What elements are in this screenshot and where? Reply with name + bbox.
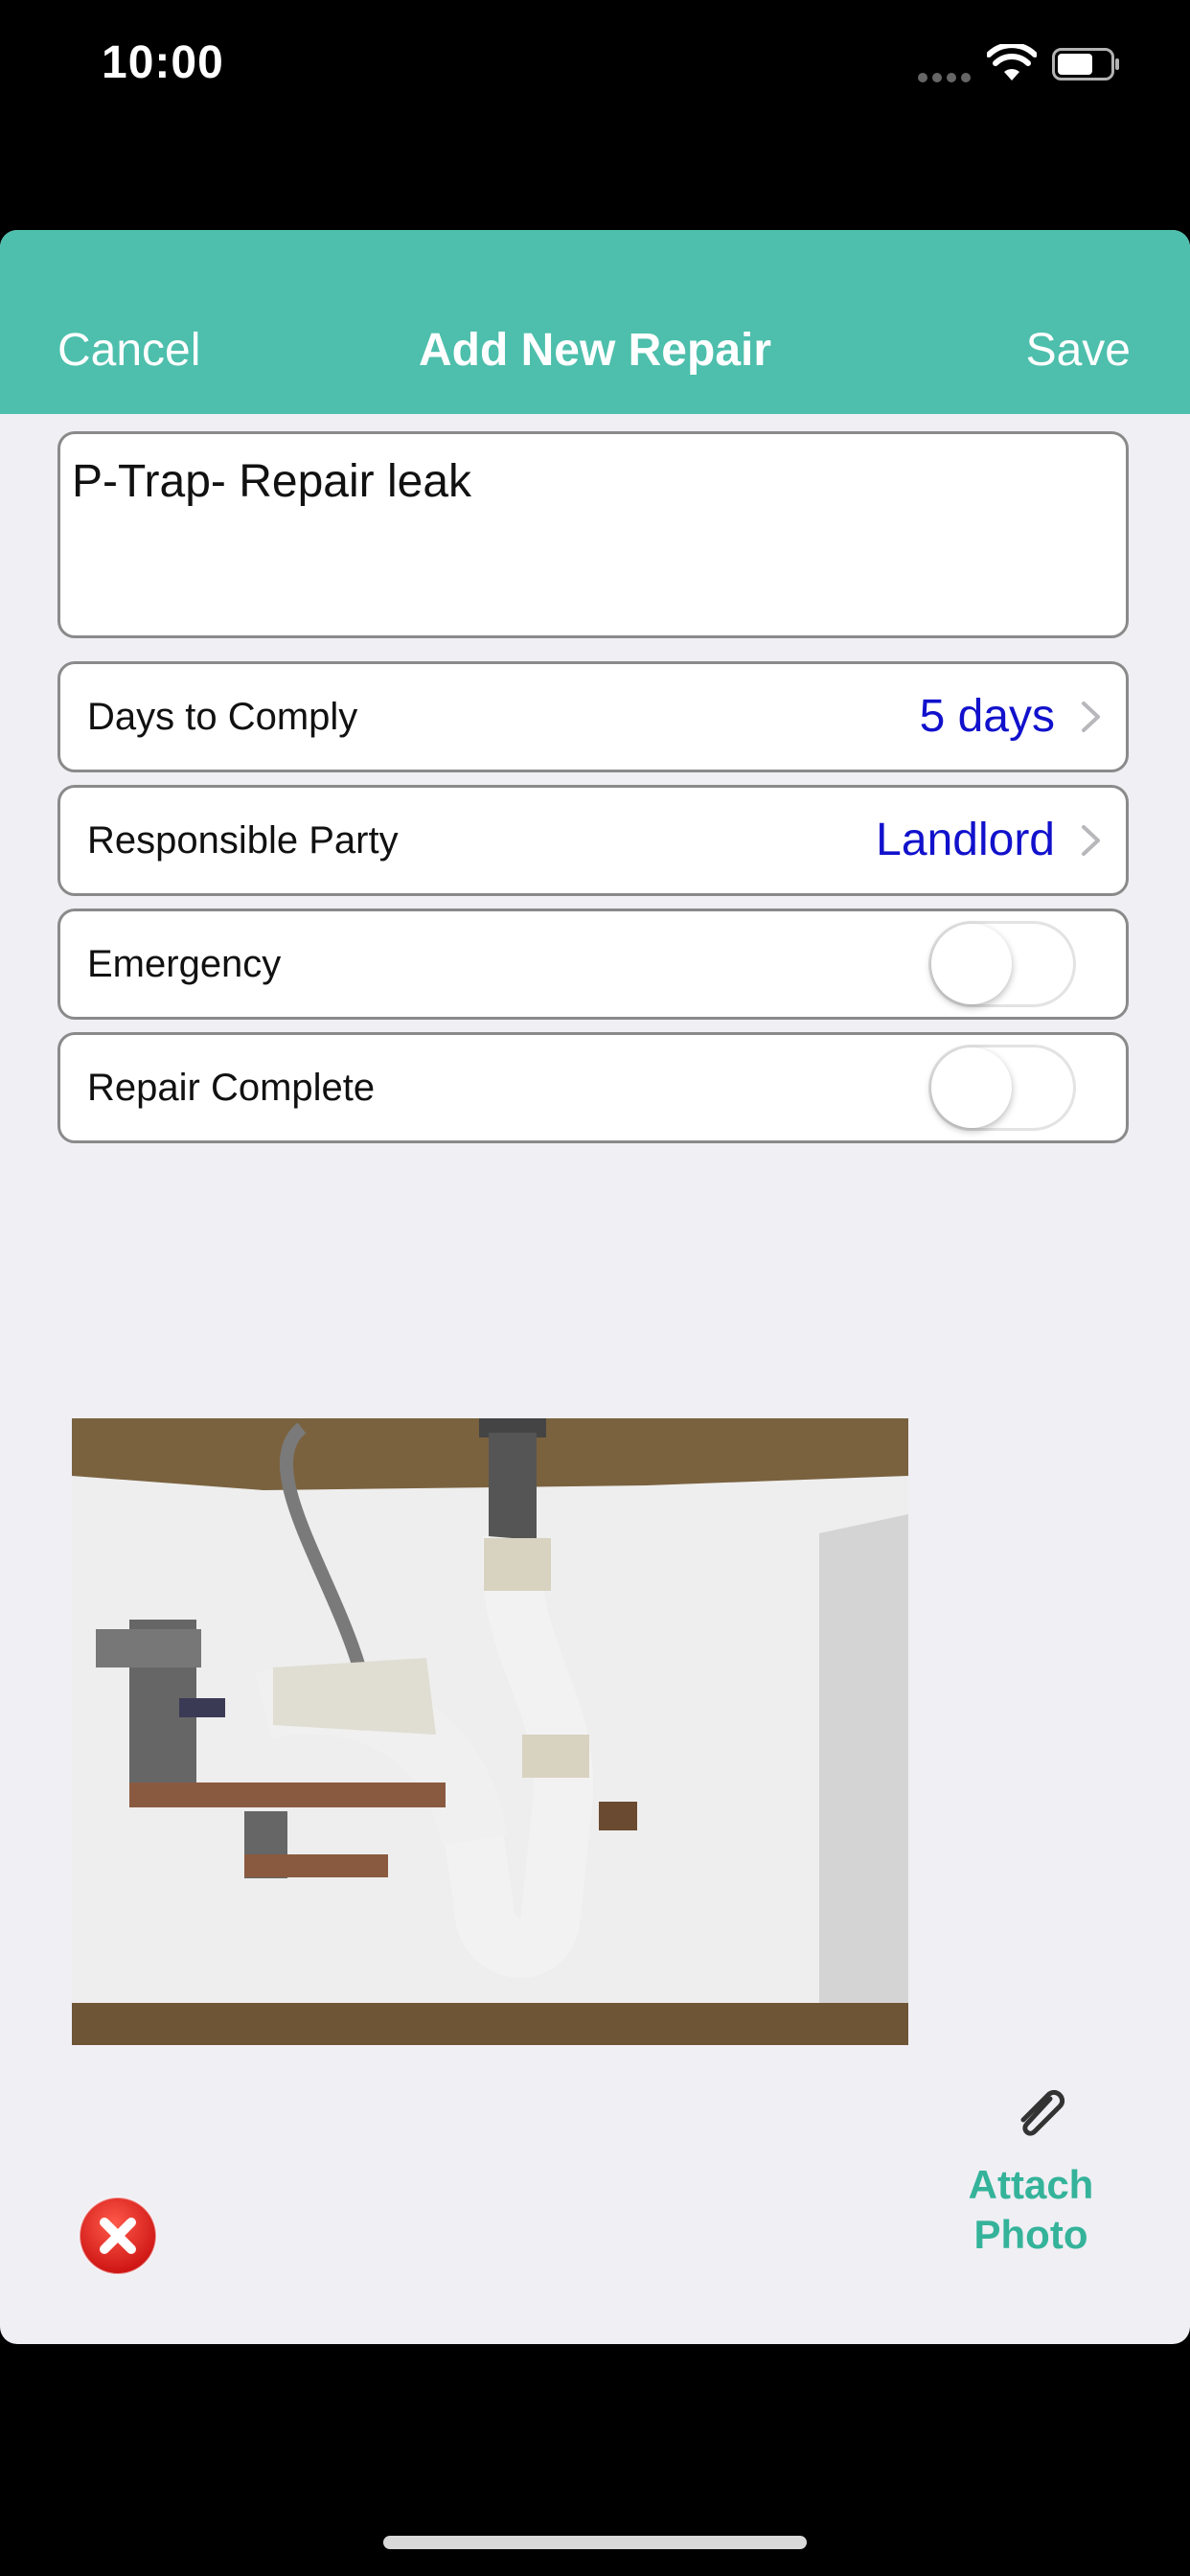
days-to-comply-row[interactable]: Days to Comply 5 days (57, 661, 1129, 772)
responsible-party-label: Responsible Party (87, 819, 399, 862)
description-text: P-Trap- Repair leak (72, 456, 472, 507)
days-to-comply-value: 5 days (919, 691, 1055, 742)
delete-icon[interactable] (77, 2195, 159, 2277)
battery-icon (1052, 48, 1119, 80)
paperclip-icon (1020, 2089, 1065, 2136)
add-repair-sheet: Cancel Add New Repair Save P-Trap- Repai… (0, 230, 1190, 2344)
days-to-comply-label: Days to Comply (87, 696, 358, 738)
toggle-knob (931, 1047, 1012, 1128)
save-button[interactable]: Save (1026, 324, 1131, 377)
repair-photo[interactable] (72, 1418, 908, 2045)
nav-bar: Cancel Add New Repair Save (0, 230, 1190, 414)
status-time: 10:00 (102, 37, 224, 88)
emergency-toggle[interactable] (928, 921, 1076, 1007)
home-indicator[interactable] (383, 2536, 807, 2549)
description-field[interactable]: P-Trap- Repair leak (57, 431, 1129, 638)
page-title: Add New Repair (418, 325, 772, 376)
chevron-right-icon (1082, 825, 1100, 856)
repair-complete-toggle[interactable] (928, 1045, 1076, 1131)
wifi-icon (987, 44, 1037, 80)
toggle-knob (931, 924, 1012, 1004)
emergency-row: Emergency (57, 908, 1129, 1020)
attach-photo-label: Attach Photo (968, 2162, 1094, 2257)
repair-complete-label: Repair Complete (87, 1067, 376, 1109)
cellular-signal-icon (918, 73, 972, 82)
emergency-label: Emergency (87, 943, 282, 985)
responsible-party-value: Landlord (876, 815, 1055, 865)
status-bar: 10:00 (0, 0, 1190, 134)
responsible-party-row[interactable]: Responsible Party Landlord (57, 785, 1129, 896)
chevron-right-icon (1082, 702, 1100, 732)
attach-photo-button[interactable]: Attach Photo (954, 2080, 1108, 2257)
repair-complete-row: Repair Complete (57, 1032, 1129, 1143)
